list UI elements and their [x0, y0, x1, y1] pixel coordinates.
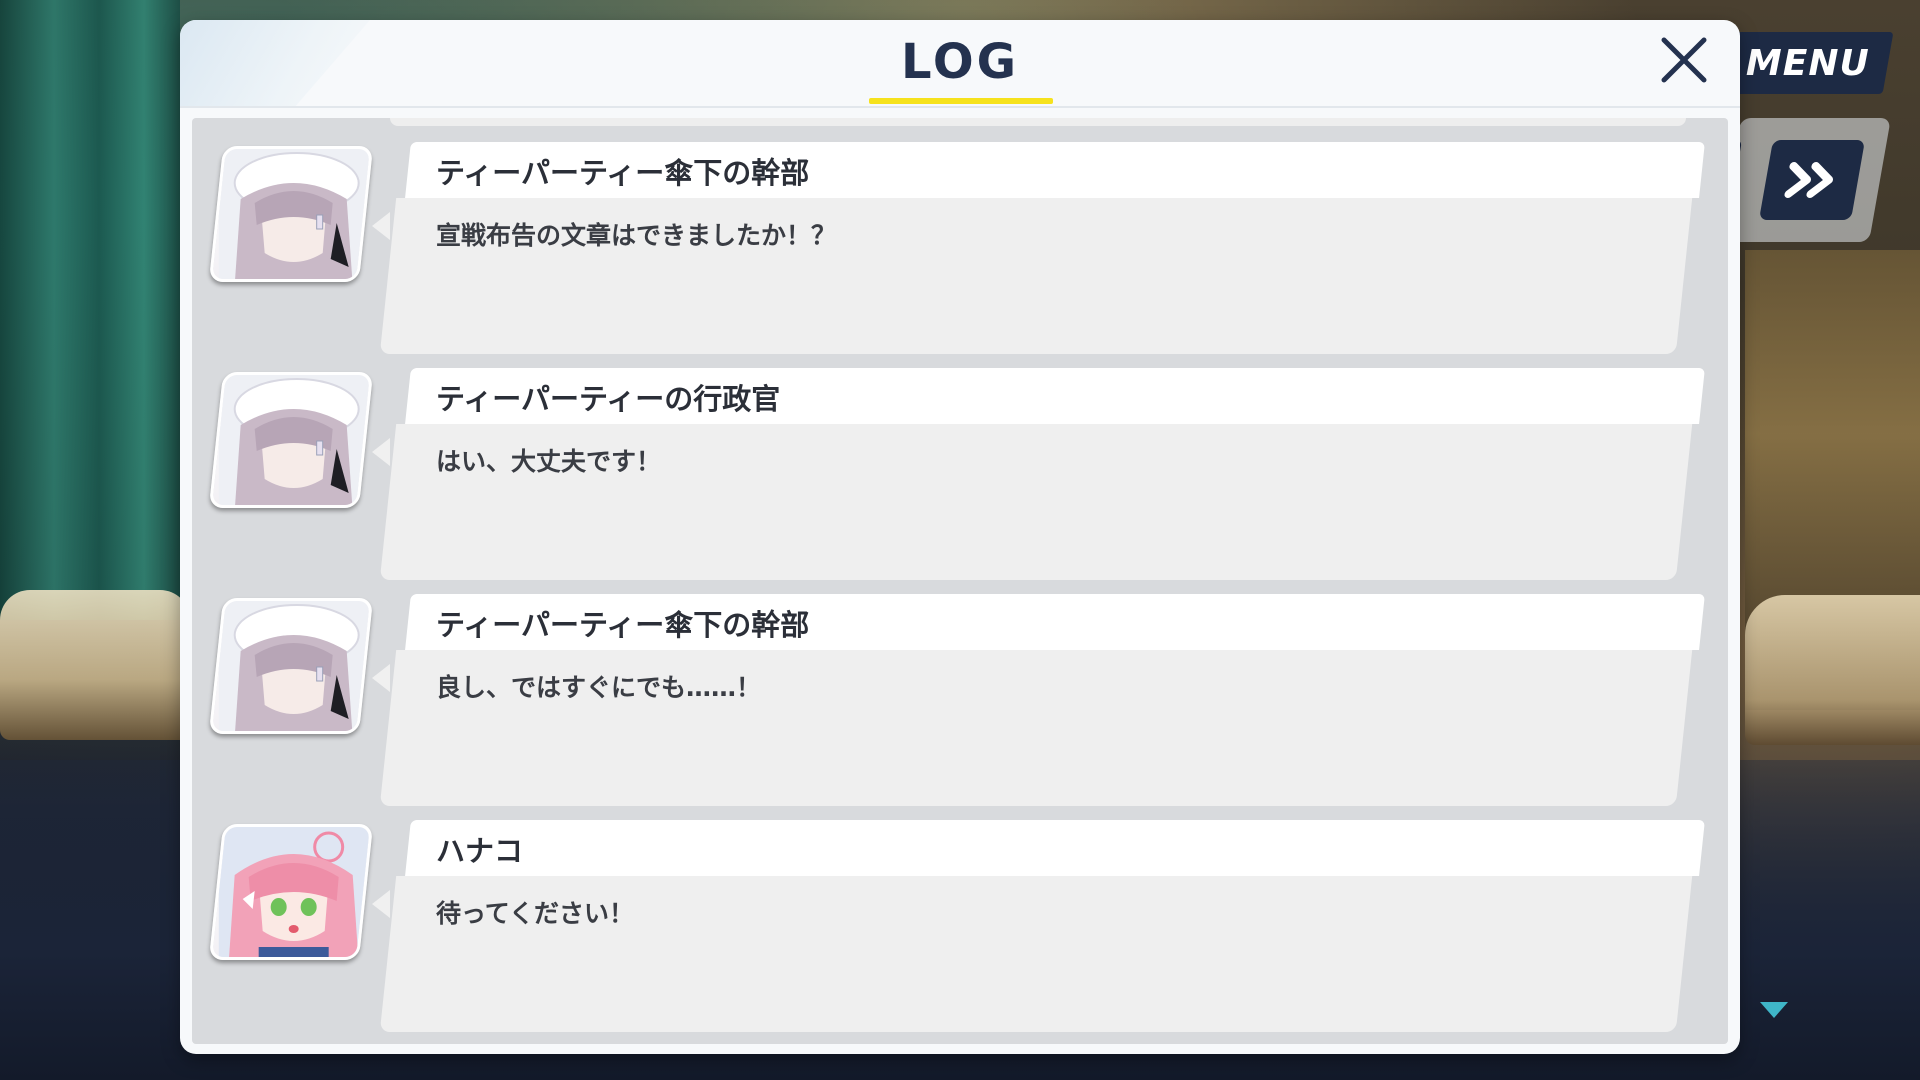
grey-haired-student-portrait: [208, 372, 374, 508]
log-header: LOG: [180, 20, 1740, 108]
message-text: 良し、ではすぐにでも……！: [436, 673, 762, 702]
fast-forward-icon: [1784, 162, 1834, 198]
menu-button[interactable]: MENU: [1722, 32, 1894, 94]
skip-button[interactable]: [1758, 140, 1866, 220]
log-window: LOG ティーパーティー傘下の幹部 宣戦布告の文章はできましたか！？ ティーパー…: [180, 20, 1740, 1054]
grey-haired-student-portrait: [208, 598, 374, 734]
message-text: はい、大丈夫です！: [436, 447, 662, 476]
speaker-name: ティーパーティーの行政官: [436, 382, 781, 416]
message-text: 待ってください！: [436, 899, 635, 928]
background-curtain: [0, 0, 180, 620]
close-icon: [1661, 37, 1707, 83]
bubble-pointer: [372, 438, 390, 466]
scroll-down-icon[interactable]: [1760, 1002, 1788, 1018]
bubble-pointer: [372, 890, 390, 918]
log-entry: ティーパーティー傘下の幹部 良し、ではすぐにでも……！: [192, 594, 1728, 808]
message-text: 宣戦布告の文章はできましたか！？: [436, 221, 837, 250]
speaker-name: ティーパーティー傘下の幹部: [436, 156, 810, 190]
previous-entry-edge: [390, 118, 1686, 126]
bubble-pointer: [372, 664, 390, 692]
menu-button-label: MENU: [1746, 42, 1870, 84]
log-list[interactable]: ティーパーティー傘下の幹部 宣戦布告の文章はできましたか！？ ティーパーティーの…: [192, 118, 1728, 1044]
grey-haired-student-portrait: [208, 146, 374, 282]
background-sofa: [0, 590, 190, 740]
log-title: LOG: [900, 34, 1020, 90]
speaker-name: ティーパーティー傘下の幹部: [436, 608, 810, 642]
speaker-bar: [405, 820, 1705, 876]
speaker-name: ハナコ: [436, 834, 524, 868]
log-entry: ハナコ 待ってください！: [192, 820, 1728, 1034]
title-underline: [869, 98, 1053, 104]
log-entry: ティーパーティーの行政官 はい、大丈夫です！: [192, 368, 1728, 582]
close-button[interactable]: [1656, 32, 1712, 88]
pink-haired-hanako-portrait: [208, 824, 374, 960]
log-entry: ティーパーティー傘下の幹部 宣戦布告の文章はできましたか！？: [192, 142, 1728, 356]
background-chair: [1745, 595, 1920, 745]
bubble-pointer: [372, 212, 390, 240]
